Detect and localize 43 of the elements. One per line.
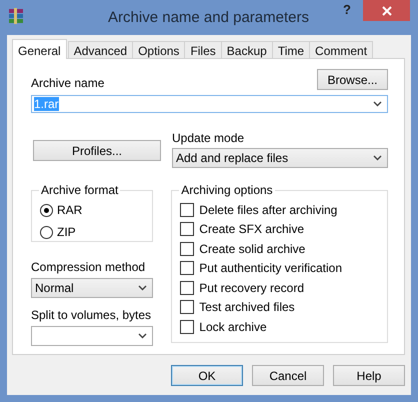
dialog-button[interactable]: Help bbox=[333, 365, 405, 386]
checkbox[interactable] bbox=[180, 320, 194, 334]
checkbox-label: Test archived files bbox=[199, 300, 295, 314]
close-button[interactable] bbox=[363, 0, 410, 21]
radio-label: RAR bbox=[57, 203, 82, 217]
tab[interactable]: Backup bbox=[220, 41, 273, 58]
checkbox-label: Lock archive bbox=[199, 320, 267, 334]
checkbox[interactable] bbox=[180, 242, 194, 256]
tab[interactable]: Files bbox=[184, 41, 222, 58]
tab[interactable]: Comment bbox=[309, 41, 374, 58]
checkbox-label: Put authenticity verification bbox=[199, 261, 342, 276]
profiles-button[interactable]: Profiles... bbox=[33, 140, 161, 161]
dialog-button[interactable]: OK bbox=[171, 365, 243, 386]
checkbox-label: Put recovery record bbox=[199, 280, 304, 295]
tab[interactable]: Advanced bbox=[68, 41, 134, 58]
field-label: Archive name bbox=[31, 76, 104, 90]
field-label: Update mode bbox=[172, 131, 246, 145]
radio-label: ZIP bbox=[57, 225, 76, 239]
radio-button[interactable] bbox=[40, 226, 53, 238]
group-title: Archive format bbox=[40, 183, 120, 197]
help-button[interactable]: ? bbox=[343, 2, 351, 17]
tab[interactable]: General bbox=[12, 39, 67, 59]
radio-button[interactable] bbox=[40, 204, 53, 216]
field-label: Split to volumes, bytes bbox=[31, 308, 152, 322]
dialog-button[interactable]: Cancel bbox=[252, 365, 324, 386]
compression-dropdown[interactable]: Normal bbox=[31, 278, 154, 298]
app-icon bbox=[8, 8, 24, 24]
checkbox[interactable] bbox=[180, 280, 194, 295]
update-mode-dropdown[interactable]: Add and replace files bbox=[172, 148, 388, 168]
group-title: Archiving options bbox=[180, 183, 274, 197]
browse-button[interactable]: Browse... bbox=[317, 69, 388, 90]
window-title: Archive name and parameters bbox=[107, 9, 310, 26]
checkbox[interactable] bbox=[180, 300, 194, 314]
checkbox-label: Delete files after archiving bbox=[199, 202, 338, 217]
checkbox-label: Create solid archive bbox=[199, 242, 306, 256]
checkbox[interactable] bbox=[180, 261, 194, 276]
field-label: Compression method bbox=[31, 260, 146, 274]
checkbox[interactable] bbox=[180, 202, 194, 217]
tab[interactable]: Time bbox=[272, 41, 310, 58]
checkbox[interactable] bbox=[180, 222, 194, 236]
close-icon bbox=[382, 6, 392, 16]
checkbox-label: Create SFX archive bbox=[199, 222, 304, 236]
tab[interactable]: Options bbox=[132, 41, 186, 58]
